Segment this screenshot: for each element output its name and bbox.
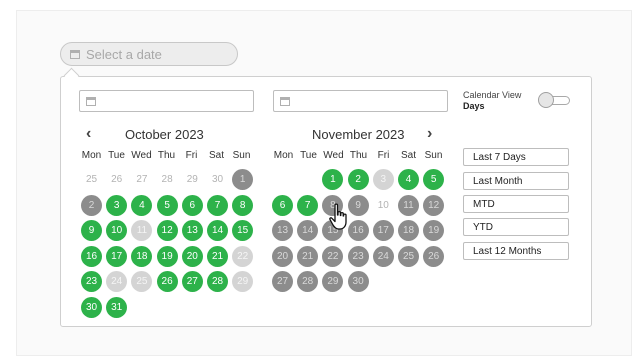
day-cell[interactable]: 2	[81, 194, 102, 216]
day-cell[interactable]: 27	[181, 271, 203, 292]
select-date-placeholder: Select a date	[86, 46, 162, 62]
day-cell[interactable]: 28	[157, 169, 178, 190]
mtd-button[interactable]: MTD	[463, 195, 569, 213]
day-cell[interactable]: 21	[207, 245, 228, 267]
last-month-button[interactable]: Last Month	[463, 172, 569, 190]
day-cell[interactable]: 6	[181, 194, 203, 216]
day-cell[interactable]: 25	[81, 169, 102, 190]
select-date-trigger[interactable]: Select a date	[60, 42, 238, 66]
day-cell[interactable]: 29	[182, 169, 203, 190]
weekday-label: Sat	[400, 150, 416, 161]
right-weekday-row: Mon Tue Wed Thu Fri Sat Sun	[271, 150, 446, 161]
day-cell[interactable]: 11	[398, 194, 419, 216]
calendar-icon	[70, 49, 80, 59]
calendar-view-toggle[interactable]	[538, 92, 570, 108]
day-cell[interactable]: 2	[347, 169, 369, 190]
day-cell[interactable]: 25	[398, 245, 419, 267]
last-12-months-button[interactable]: Last 12 Months	[463, 242, 569, 260]
day-cell[interactable]: 30	[207, 169, 228, 190]
weekday-label: Sat	[208, 150, 224, 161]
weekday-label: Wed	[323, 150, 344, 161]
day-cell[interactable]: 12	[423, 194, 445, 216]
day-cell[interactable]: 20	[272, 245, 293, 267]
day-cell[interactable]: 26	[423, 245, 445, 267]
day-cell[interactable]: 21	[297, 245, 319, 267]
weekday-label: Wed	[131, 150, 152, 161]
day-cell[interactable]: 22	[232, 245, 254, 267]
day-cell[interactable]: 30	[347, 271, 369, 292]
day-cell[interactable]: 14	[207, 220, 228, 241]
day-cell[interactable]: 23	[347, 245, 369, 267]
day-cell[interactable]: 13	[181, 220, 203, 241]
day-cell[interactable]: 10	[373, 195, 394, 216]
day-cell[interactable]: 22	[322, 245, 344, 267]
day-cell[interactable]: 3	[372, 169, 394, 190]
day-cell[interactable]: 13	[272, 220, 293, 241]
calendar-view-label: Calendar View	[463, 90, 522, 100]
day-cell[interactable]: 8	[232, 194, 254, 216]
day-cell[interactable]: 26	[156, 271, 178, 292]
weekday-label: Mon	[273, 150, 294, 161]
end-date-input[interactable]	[273, 90, 448, 112]
weekday-label: Tue	[300, 150, 317, 161]
weekday-label: Thu	[349, 150, 368, 161]
day-cell[interactable]: 24	[372, 245, 394, 267]
weekday-label: Fri	[377, 150, 390, 161]
weekday-label: Sun	[232, 150, 251, 161]
day-cell[interactable]: 7	[297, 194, 319, 216]
left-weekday-row: Mon Tue Wed Thu Fri Sat Sun	[79, 150, 254, 161]
day-cell[interactable]: 9	[81, 220, 102, 241]
left-month-title: October 2023	[125, 126, 204, 142]
day-cell[interactable]: 19	[156, 245, 178, 267]
weekday-label: Mon	[81, 150, 102, 161]
weekday-label: Sun	[424, 150, 443, 161]
day-cell[interactable]: 20	[181, 245, 203, 267]
day-cell[interactable]: 4	[398, 169, 419, 190]
day-cell[interactable]: 16	[81, 245, 102, 267]
toggle-knob	[538, 92, 554, 108]
day-cell[interactable]: 18	[398, 220, 419, 241]
day-cell[interactable]: 27	[272, 271, 293, 292]
calendar-icon	[86, 96, 96, 106]
calendar-icon	[280, 96, 290, 106]
day-cell[interactable]: 3	[106, 194, 128, 216]
day-cell[interactable]: 28	[207, 271, 228, 292]
day-cell[interactable]: 7	[207, 194, 228, 216]
day-cell[interactable]: 4	[131, 194, 153, 216]
start-date-input[interactable]	[79, 90, 254, 112]
day-cell[interactable]: 5	[156, 194, 178, 216]
ytd-button[interactable]: YTD	[463, 218, 569, 236]
hand-cursor-icon	[329, 203, 347, 230]
right-month-title: November 2023	[312, 126, 405, 142]
weekday-label: Tue	[108, 150, 125, 161]
day-cell[interactable]: 31	[106, 296, 128, 318]
day-cell[interactable]: 6	[272, 194, 293, 216]
day-cell[interactable]: 23	[81, 271, 102, 292]
last-7-days-button[interactable]: Last 7 Days	[463, 148, 569, 166]
calendar-view-value: Days	[463, 101, 485, 111]
next-month-button[interactable]: ›	[427, 125, 432, 143]
weekday-label: Fri	[185, 150, 198, 161]
day-cell[interactable]: 18	[131, 245, 153, 267]
weekday-label: Thu	[157, 150, 176, 161]
day-cell[interactable]: 17	[372, 220, 394, 241]
day-cell[interactable]: 12	[156, 220, 178, 241]
day-cell[interactable]: 17	[106, 245, 128, 267]
previous-month-button[interactable]: ‹	[86, 125, 91, 143]
day-cell[interactable]: 30	[81, 296, 102, 318]
